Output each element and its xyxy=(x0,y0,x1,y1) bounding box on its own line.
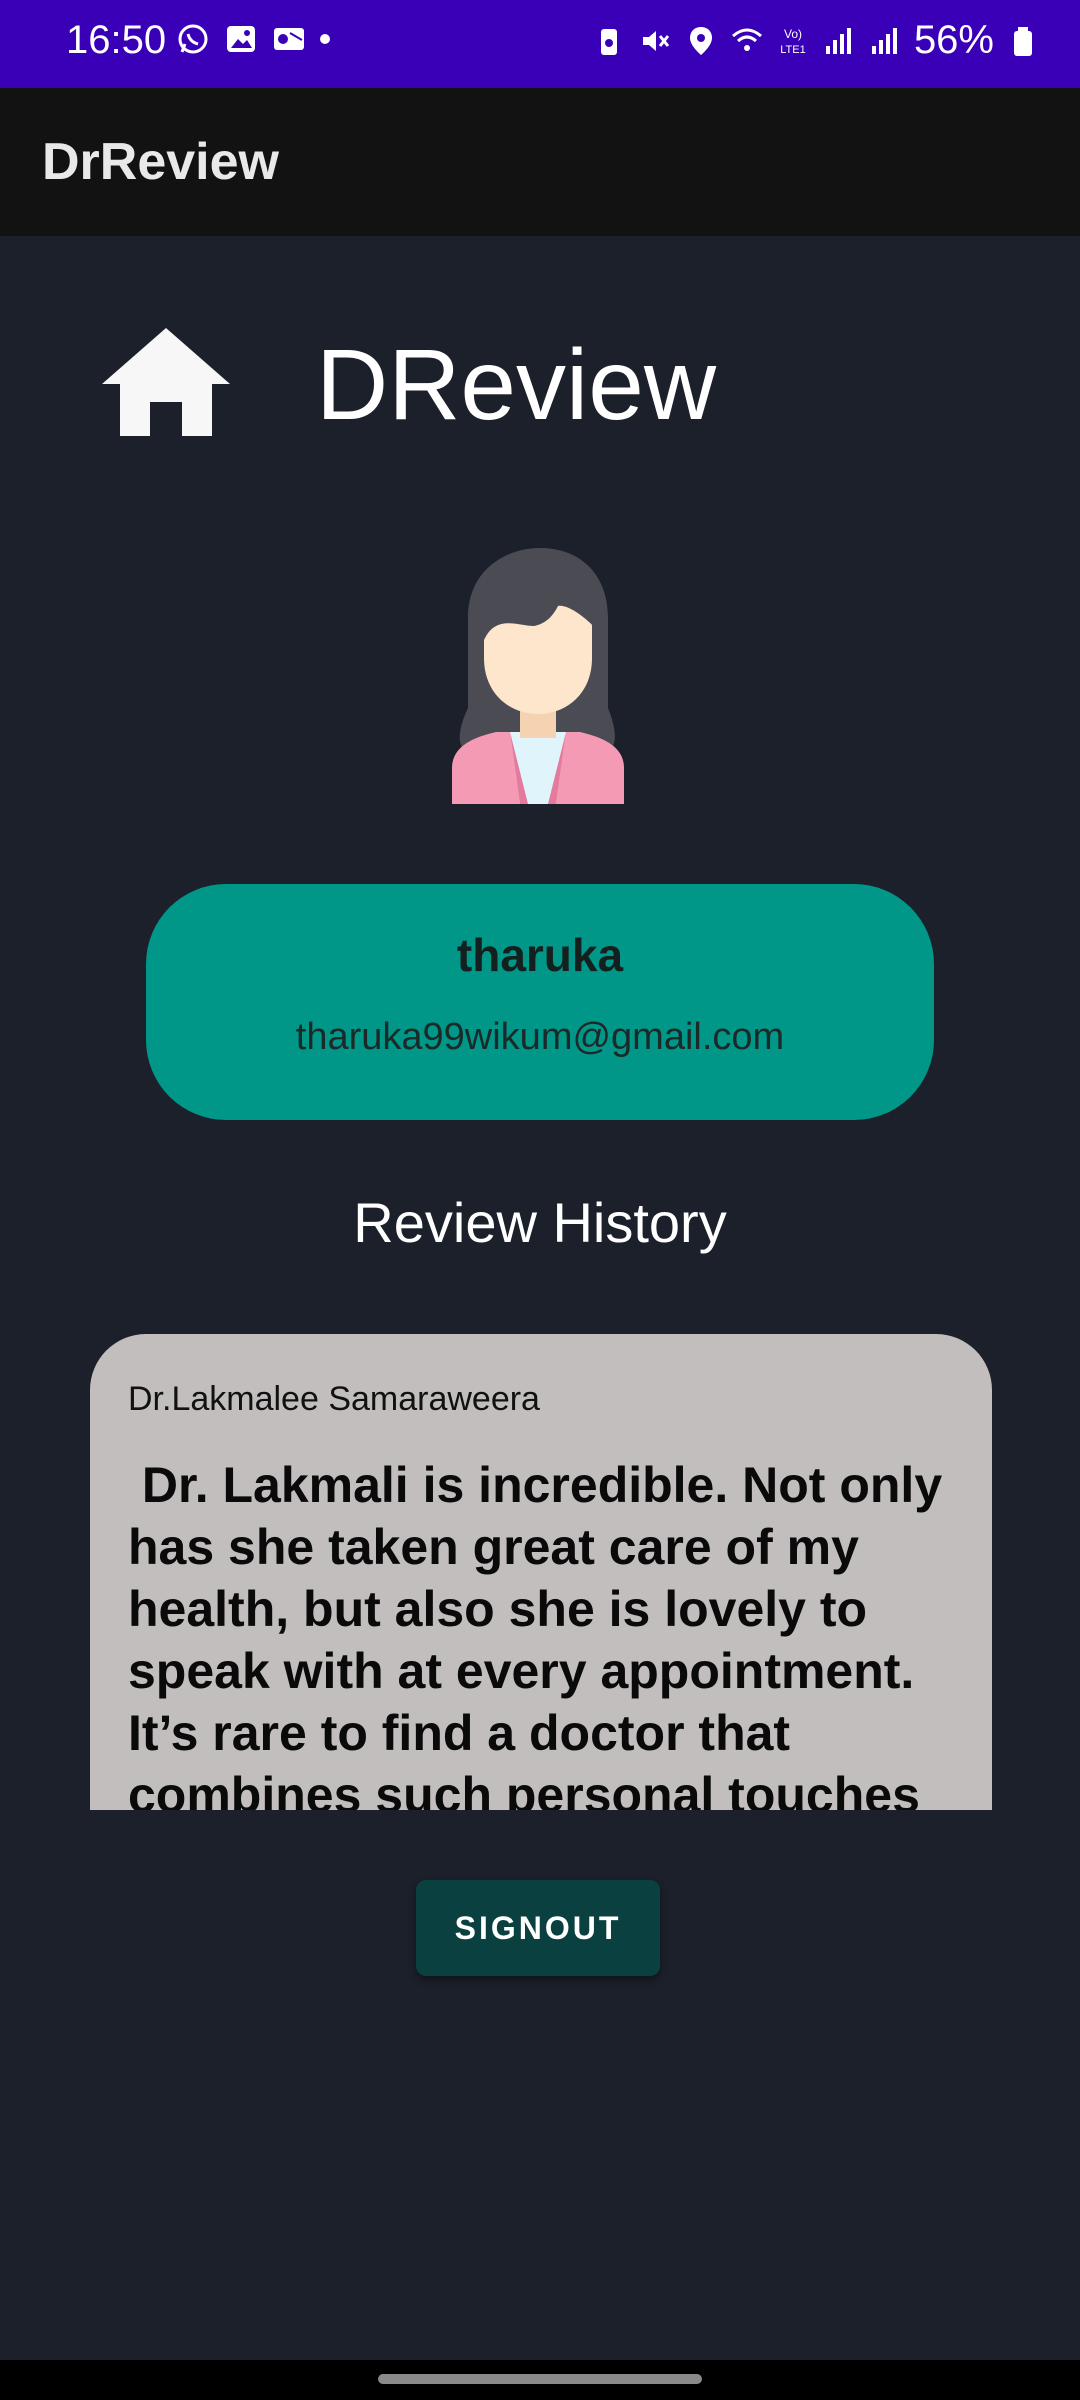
home-icon[interactable] xyxy=(100,326,232,438)
app-bar-title: DrReview xyxy=(42,133,279,191)
whatsapp-icon xyxy=(176,22,210,56)
signout-button[interactable]: SIGNOUT xyxy=(416,1880,660,1976)
review-text: Dr. Lakmali is incredible. Not only has … xyxy=(128,1457,957,1810)
profile-name: tharuka xyxy=(456,929,624,981)
profile-card: tharuka tharuka99wikum@gmail.com xyxy=(146,884,934,1120)
svg-text:LTE1: LTE1 xyxy=(780,44,805,56)
notification-icons xyxy=(176,22,330,56)
review-doctor-name: Dr.Lakmalee Samaraweera xyxy=(128,1380,540,1418)
signal-icon xyxy=(868,24,902,58)
svg-text:Vo): Vo) xyxy=(784,27,802,41)
review-history-heading: Review History xyxy=(353,1191,727,1254)
mute-icon xyxy=(638,24,672,58)
battery-percent: 56% xyxy=(913,18,994,62)
status-bar: 16:50 Vo) LTE1 56% xyxy=(0,0,1080,88)
brand-title: DReview xyxy=(316,329,717,441)
signal-icon xyxy=(822,24,856,58)
review-card[interactable]: Dr.Lakmalee Samaraweera Dr. Lakmali is i… xyxy=(90,1334,992,1810)
gesture-handle[interactable] xyxy=(378,2374,702,2384)
app-bar: DrReview xyxy=(0,88,1080,236)
volte-icon: Vo) LTE1 xyxy=(776,24,810,58)
battery-saver-icon xyxy=(592,24,626,58)
navigation-bar xyxy=(0,2360,1080,2400)
profile-email: tharuka99wikum@gmail.com xyxy=(295,1016,785,1058)
female-avatar-icon xyxy=(448,548,628,804)
battery-icon xyxy=(1006,24,1040,58)
more-notifications-dot xyxy=(320,34,330,44)
gallery-icon xyxy=(224,22,258,56)
outlook-icon xyxy=(272,22,306,56)
wifi-icon xyxy=(730,24,764,58)
location-icon xyxy=(684,24,718,58)
system-icons: Vo) LTE1 56% xyxy=(592,18,1040,63)
status-time: 16:50 xyxy=(66,18,167,62)
